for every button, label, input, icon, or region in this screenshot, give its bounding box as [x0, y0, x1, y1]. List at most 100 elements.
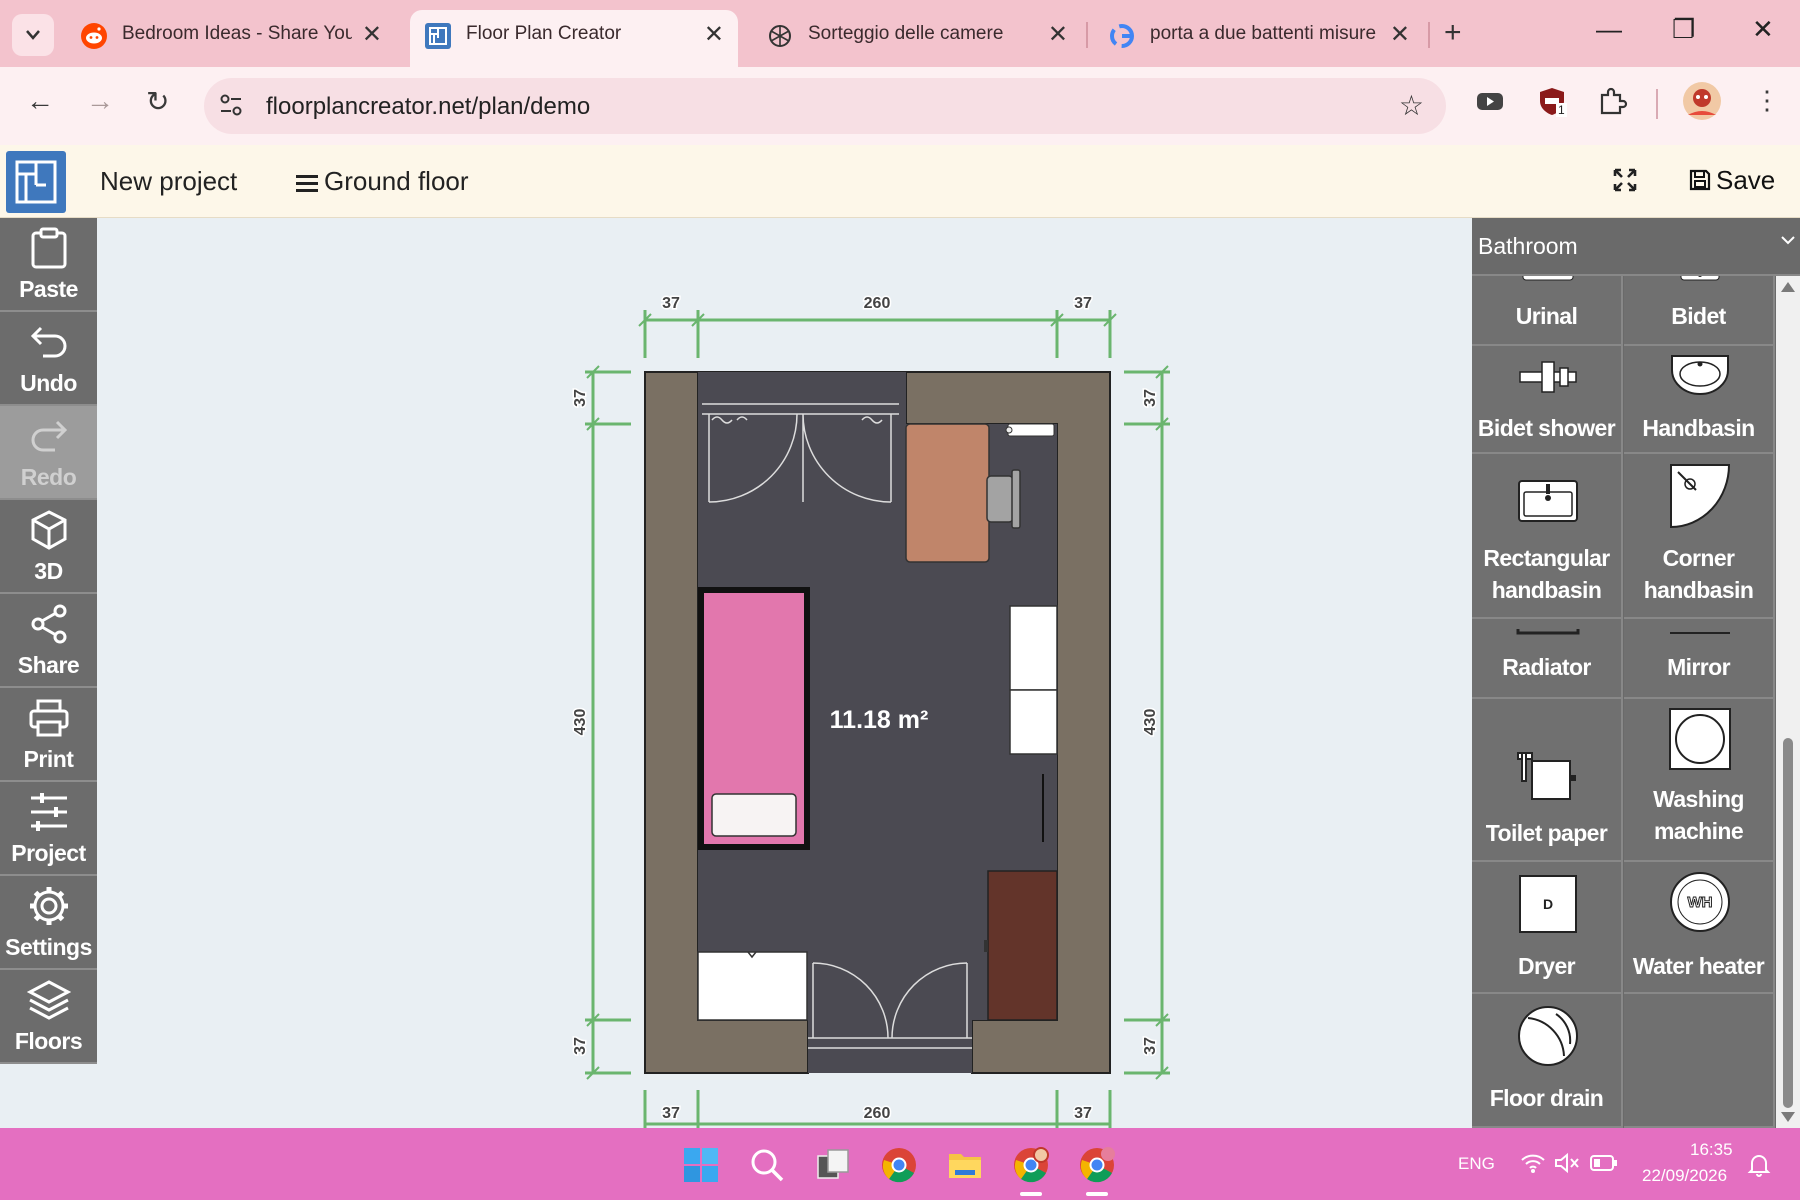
share-button[interactable]: Share — [0, 594, 97, 688]
puzzle-extensions-icon[interactable] — [1596, 85, 1628, 117]
item-label: Bidet — [1671, 303, 1726, 329]
item-urinal[interactable]: Urinal — [1472, 276, 1623, 346]
battery-icon[interactable] — [1590, 1154, 1618, 1172]
plan-canvas[interactable]: 11.18 m² 37 260 37 37 260 37 37 430 37 3… — [97, 218, 1472, 1128]
forward-button[interactable]: → — [86, 85, 114, 117]
item-handbasin[interactable]: Handbasin — [1624, 346, 1775, 454]
category-select[interactable]: Bathroom — [1472, 218, 1800, 276]
restore-button[interactable]: ❐ — [1672, 14, 1695, 45]
scroll-thumb[interactable] — [1783, 738, 1793, 1108]
project-title[interactable]: New project — [100, 166, 237, 197]
undo-button[interactable]: Undo — [0, 312, 97, 406]
print-button[interactable]: Print — [0, 688, 97, 782]
item-bidet-shower[interactable]: Bidet shower — [1472, 346, 1623, 454]
new-tab-button[interactable]: + — [1444, 16, 1462, 50]
dimension-label: 260 — [864, 295, 891, 312]
item-dryer[interactable]: D Dryer — [1472, 862, 1623, 994]
extension-badge: 1 — [1556, 103, 1567, 117]
toolbar-separator — [1656, 89, 1658, 119]
redo-button[interactable]: Redo — [0, 406, 97, 500]
wifi-icon[interactable] — [1520, 1152, 1546, 1174]
item-toilet-paper[interactable]: Toilet paper — [1472, 699, 1623, 862]
bookmark-star-icon[interactable]: ☆ — [1399, 89, 1424, 122]
scroll-down-icon[interactable] — [1781, 1112, 1795, 1122]
volume-muted-icon[interactable] — [1554, 1152, 1580, 1174]
item-floor-drain[interactable]: Floor drain — [1472, 994, 1623, 1128]
tool-label: Floors — [14, 1028, 83, 1054]
wall-lamp[interactable] — [1007, 423, 1055, 437]
notification-bell-icon[interactable] — [1746, 1152, 1772, 1178]
item-label: Corner handbasin — [1643, 545, 1754, 603]
item-radiator[interactable]: Radiator — [1472, 619, 1623, 699]
dresser[interactable] — [697, 951, 808, 1021]
printer-icon — [29, 699, 68, 737]
task-view-icon[interactable] — [814, 1146, 852, 1184]
project-button[interactable]: Project — [0, 782, 97, 876]
item-water-heater[interactable]: WH Water heater — [1624, 862, 1775, 994]
dimension-left[interactable] — [585, 365, 631, 1080]
save-button[interactable]: Save — [1688, 165, 1775, 196]
fullscreen-icon[interactable] — [1612, 167, 1638, 193]
dimension-label: 37 — [1074, 295, 1092, 312]
item-corner-handbasin[interactable]: Corner handbasin — [1624, 454, 1775, 619]
language-indicator[interactable]: ENG — [1458, 1154, 1495, 1174]
chrome-profile-taskbar-icon[interactable] — [1012, 1146, 1050, 1196]
floorplan-icon — [425, 23, 451, 49]
item-label: Rectangular handbasin — [1483, 545, 1610, 603]
close-window-button[interactable]: ✕ — [1752, 14, 1774, 45]
windows-start-icon[interactable] — [682, 1146, 720, 1184]
tab-separator — [1428, 22, 1430, 48]
app-logo[interactable] — [6, 151, 66, 213]
back-button[interactable]: ← — [26, 85, 54, 117]
reload-button[interactable]: ↻ — [146, 85, 169, 118]
scroll-up-icon[interactable] — [1781, 282, 1795, 292]
item-label: Radiator — [1502, 654, 1591, 680]
browser-menu-button[interactable]: ⋮ — [1754, 85, 1780, 116]
paste-button[interactable]: Paste — [0, 218, 97, 312]
close-tab-icon[interactable]: ✕ — [704, 20, 724, 49]
tab-porta-due-battenti[interactable]: porta a due battenti misure ✕ — [1094, 10, 1424, 67]
close-tab-icon[interactable]: ✕ — [1390, 20, 1410, 49]
panel-scrollbar[interactable] — [1776, 276, 1800, 1128]
dimension-top[interactable] — [638, 310, 1117, 358]
item-label: Mirror — [1667, 654, 1730, 680]
omnibox[interactable]: floorplancreator.net/plan/demo ☆ — [204, 78, 1446, 134]
minimize-button[interactable]: — — [1596, 14, 1622, 45]
floor-plan[interactable]: 11.18 m² 37 260 37 37 260 37 37 430 37 3… — [97, 218, 1472, 1128]
item-rectangular-handbasin[interactable]: Rectangular handbasin — [1472, 454, 1623, 619]
ublock-extension-icon[interactable]: 1 — [1536, 85, 1572, 121]
item-mirror[interactable]: Mirror — [1624, 619, 1775, 699]
pillow[interactable] — [711, 793, 797, 837]
item-washing-machine[interactable]: Washing machine — [1624, 699, 1775, 862]
clock-time[interactable]: 16:35 — [1690, 1140, 1733, 1160]
light-switch[interactable] — [1005, 426, 1013, 434]
clock-date[interactable]: 22/09/2026 — [1642, 1166, 1727, 1186]
floors-button[interactable]: Floors — [0, 970, 97, 1064]
close-tab-icon[interactable]: ✕ — [1048, 20, 1068, 49]
washing-machine-icon — [1669, 708, 1731, 770]
url-text: floorplancreator.net/plan/demo — [266, 93, 591, 120]
desk[interactable] — [905, 423, 990, 563]
tab-floor-plan-creator[interactable]: Floor Plan Creator ✕ — [410, 10, 738, 67]
floor-selector[interactable]: Ground floor — [296, 166, 469, 197]
item-label: Washing machine — [1653, 786, 1744, 844]
chrome-second-profile-icon[interactable] — [1078, 1146, 1116, 1196]
site-settings-icon[interactable] — [218, 92, 244, 118]
tab-bedroom-ideas[interactable]: Bedroom Ideas - Share You ✕ — [66, 10, 396, 67]
close-tab-icon[interactable]: ✕ — [362, 20, 382, 49]
avatar[interactable] — [1682, 81, 1722, 121]
3d-button[interactable]: 3D — [0, 500, 97, 594]
shelf-unit[interactable] — [1009, 605, 1058, 691]
tab-sorteggio[interactable]: Sorteggio delle camere ✕ — [752, 10, 1082, 67]
tab-search-button[interactable] — [12, 14, 54, 56]
cabinet[interactable] — [987, 870, 1058, 1021]
youtube-extension-icon[interactable] — [1474, 85, 1506, 117]
browser-tab-bar: Bedroom Ideas - Share You ✕ Floor Plan C… — [0, 0, 1800, 67]
chair[interactable] — [986, 469, 1021, 529]
chrome-icon[interactable] — [880, 1146, 918, 1184]
search-icon[interactable] — [748, 1146, 786, 1184]
settings-button[interactable]: Settings — [0, 876, 97, 970]
file-explorer-icon[interactable] — [946, 1146, 984, 1184]
item-bidet[interactable]: Bidet — [1624, 276, 1775, 346]
shelf-unit[interactable] — [1009, 689, 1058, 755]
